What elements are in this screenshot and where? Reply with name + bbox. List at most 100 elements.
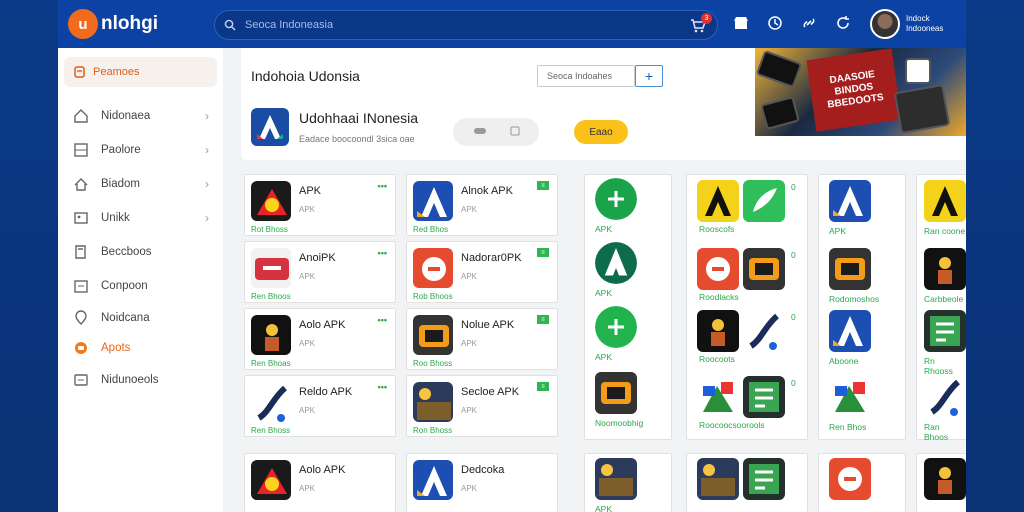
app-icon[interactable] bbox=[829, 310, 871, 352]
sidebar-item-0[interactable]: Nidonaea › bbox=[58, 99, 223, 133]
app-icon[interactable] bbox=[743, 248, 785, 290]
app-card[interactable]: Aolo APK APK bbox=[244, 453, 396, 512]
app-card[interactable]: Alnok APK APK Red Bhos ≡ bbox=[406, 174, 558, 236]
hero-panel: Indohoia Udonsia Seoca Indoahes + Udohha… bbox=[241, 48, 966, 160]
sidebar-item-6[interactable]: Noidcana bbox=[58, 303, 223, 333]
app-icon[interactable] bbox=[595, 242, 637, 284]
app-name: Nadorar0PK bbox=[461, 252, 522, 264]
app-name: Dedcoka bbox=[461, 464, 505, 476]
app-name: Nolue APK bbox=[461, 319, 515, 331]
app-card[interactable]: Reldo APK APK Ren Bhoss ••• bbox=[244, 375, 396, 437]
app-card[interactable]: Nolue APK APK Roo Bhoss ≡ bbox=[406, 308, 558, 370]
app-card[interactable]: Nadorar0PK APK Rob Bhoos ≡ bbox=[406, 241, 558, 303]
app-icon bbox=[251, 315, 291, 355]
sidebar-item-3[interactable]: Unikk › bbox=[58, 201, 223, 235]
sidebar-item-2[interactable]: Biadom › bbox=[58, 167, 223, 201]
app-developer: Ron Bhoss bbox=[413, 426, 453, 435]
app-banner-image[interactable] bbox=[743, 458, 785, 500]
house-icon bbox=[73, 176, 89, 192]
app-icon[interactable] bbox=[829, 458, 871, 500]
app-icon[interactable] bbox=[697, 376, 739, 418]
sidebar-item-5[interactable]: Conpoon bbox=[58, 269, 223, 303]
sidebar-item-4[interactable]: Beccboos bbox=[58, 235, 223, 269]
phone-graphic bbox=[905, 58, 931, 84]
toggle-pill[interactable] bbox=[453, 118, 539, 146]
promo-banner[interactable]: DAASOIE BINDOS BBEDOOTS bbox=[755, 48, 966, 136]
app-icon bbox=[251, 382, 291, 422]
filter-input[interactable]: Seoca Indoahes bbox=[537, 65, 635, 87]
app-subtitle: APK bbox=[299, 272, 316, 281]
menu-icon[interactable]: ≡ bbox=[537, 315, 549, 324]
cart-badge: 3 bbox=[701, 13, 712, 24]
app-icon[interactable] bbox=[924, 180, 966, 222]
app-label: Ren Bhos bbox=[829, 422, 867, 432]
featured-app[interactable]: Udohhaai INonesia Eadace boocoondl 3sica… bbox=[251, 108, 418, 146]
app-icon[interactable] bbox=[595, 306, 637, 348]
sidebar-item-label: Biadom bbox=[101, 178, 140, 190]
more-icon[interactable]: ••• bbox=[378, 315, 387, 325]
menu-icon[interactable]: ≡ bbox=[537, 382, 549, 391]
link-icon[interactable] bbox=[800, 14, 818, 32]
app-developer: Roo Bhoss bbox=[413, 359, 453, 368]
sidebar-item-label: Beccboos bbox=[101, 246, 152, 258]
menu-icon[interactable]: ≡ bbox=[537, 248, 549, 257]
sidebar: Peamoes Nidonaea › Paolore › Biadom › Un… bbox=[58, 48, 223, 512]
app-icon[interactable] bbox=[697, 180, 739, 222]
more-icon[interactable]: ••• bbox=[378, 181, 387, 191]
app-card[interactable]: Secloe APK APK Ron Bhoss ≡ bbox=[406, 375, 558, 437]
sidebar-item-7[interactable]: Apots bbox=[58, 333, 223, 363]
top-bar: u nlohgi 3 Indock Indooneas bbox=[58, 0, 966, 48]
app-card[interactable]: APK APK Rot Bhoss ••• bbox=[244, 174, 396, 236]
app-icon[interactable] bbox=[924, 376, 966, 418]
app-icon[interactable] bbox=[595, 458, 637, 500]
app-icon[interactable] bbox=[829, 180, 871, 222]
app-banner-image[interactable] bbox=[697, 458, 739, 500]
add-button[interactable]: + bbox=[635, 65, 663, 87]
user-name: Indock Indooneas bbox=[906, 14, 943, 34]
app-icon[interactable] bbox=[924, 458, 966, 500]
app-name: Alnok APK bbox=[461, 185, 513, 197]
app-icon[interactable] bbox=[697, 248, 739, 290]
location-icon bbox=[73, 310, 89, 326]
clock-icon[interactable] bbox=[766, 14, 784, 32]
app-card[interactable]: Aolo APK APK Ren Bhoas ••• bbox=[244, 308, 396, 370]
rating-value: 0 bbox=[791, 250, 796, 260]
app-icon[interactable] bbox=[595, 178, 637, 220]
app-icon[interactable] bbox=[697, 310, 739, 352]
app-icon[interactable] bbox=[829, 376, 871, 418]
app-icon[interactable] bbox=[743, 376, 785, 418]
app-icon[interactable] bbox=[924, 248, 966, 290]
more-icon[interactable]: ••• bbox=[378, 382, 387, 392]
sidebar-header-label: Peamoes bbox=[93, 66, 140, 78]
app-label: Roocoocsoorools bbox=[699, 420, 765, 430]
more-icon[interactable]: ••• bbox=[378, 248, 387, 258]
app-icon[interactable] bbox=[829, 248, 871, 290]
app-icon[interactable] bbox=[743, 180, 785, 222]
app-subtitle: APK bbox=[461, 339, 478, 348]
logo[interactable]: u nlohgi bbox=[68, 9, 218, 39]
chevron-right-icon: › bbox=[205, 177, 209, 191]
app-window: u nlohgi 3 Indock Indooneas bbox=[58, 0, 966, 512]
app-icon[interactable] bbox=[924, 310, 966, 352]
app-card[interactable]: AnoiPK APK Ren Bhoos ••• bbox=[244, 241, 396, 303]
search-input[interactable] bbox=[245, 19, 645, 31]
rating-value: 0 bbox=[791, 378, 796, 388]
app-name: Secloe APK bbox=[461, 386, 520, 398]
chevron-right-icon: › bbox=[205, 109, 209, 123]
brand-name: nlohgi bbox=[101, 13, 158, 34]
app-icon[interactable] bbox=[595, 372, 637, 414]
install-button[interactable]: Eaao bbox=[574, 120, 628, 144]
phone-graphic bbox=[755, 49, 803, 89]
app-card[interactable]: Dedcoka APK bbox=[406, 453, 558, 512]
store-icon[interactable] bbox=[732, 14, 750, 32]
sidebar-item-1[interactable]: Paolore › bbox=[58, 133, 223, 167]
menu-icon[interactable]: ≡ bbox=[537, 181, 549, 190]
app-icon[interactable] bbox=[743, 310, 785, 352]
sidebar-header[interactable]: Peamoes bbox=[64, 57, 217, 87]
sidebar-item-8[interactable]: Nidunoeols bbox=[58, 363, 223, 397]
cart-icon[interactable]: 3 bbox=[689, 13, 712, 38]
doc-icon bbox=[510, 126, 520, 139]
user-name-line1: Indock bbox=[906, 14, 930, 23]
user-profile[interactable]: Indock Indooneas bbox=[870, 9, 943, 39]
refresh-icon[interactable] bbox=[834, 14, 852, 32]
